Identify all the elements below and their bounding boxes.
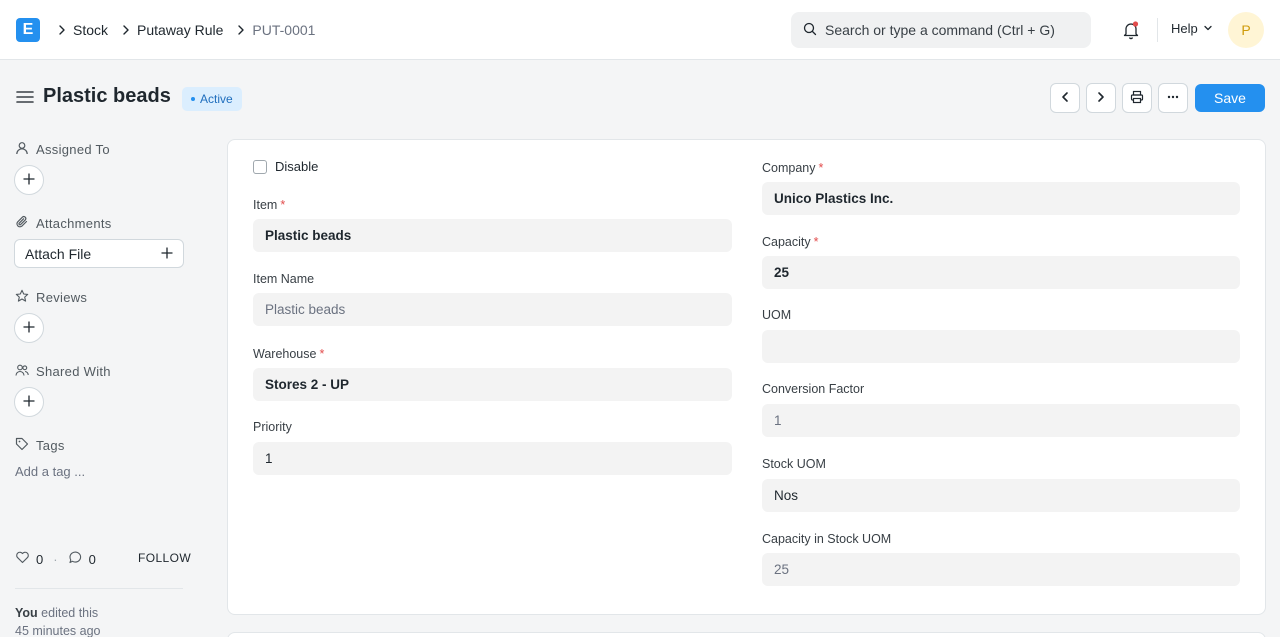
reviews-label: Reviews (36, 290, 88, 305)
next-section-card (227, 632, 1266, 637)
chevron-right-icon (54, 22, 70, 38)
chevron-right-icon (233, 22, 249, 38)
plus-icon (23, 320, 35, 336)
follow-button[interactable]: FOLLOW (138, 551, 191, 565)
breadcrumb-stock[interactable]: Stock (73, 22, 108, 38)
item-name-field: Plastic beads (253, 293, 732, 326)
item-label: Item * (253, 198, 286, 212)
status-label: Active (200, 92, 233, 106)
search-bar[interactable] (791, 12, 1091, 48)
attachments-label: Attachments (36, 216, 112, 231)
assigned-to-section: Assigned To (15, 141, 110, 158)
heart-icon[interactable] (15, 550, 30, 568)
stats-separator: · (53, 551, 58, 567)
tag-icon (15, 437, 29, 454)
disable-checkbox[interactable] (253, 159, 267, 174)
status-dot (191, 97, 195, 101)
navbar: E Stock Putaway Rule PUT-0001 Help (0, 0, 1280, 60)
paperclip-icon (15, 215, 29, 232)
search-icon (803, 22, 817, 39)
breadcrumb: Stock Putaway Rule PUT-0001 (54, 20, 325, 40)
plus-icon (23, 172, 35, 188)
conversion-factor-label: Conversion Factor (762, 382, 865, 396)
breadcrumb-current: PUT-0001 (252, 22, 316, 38)
add-review-button[interactable] (14, 313, 44, 343)
add-assignee-button[interactable] (14, 165, 44, 195)
chevron-down-icon (1203, 21, 1213, 36)
like-count: 0 (36, 551, 44, 567)
capacity-field[interactable]: 25 (762, 256, 1240, 289)
attach-file-label: Attach File (25, 245, 92, 262)
item-name-label: Item Name (253, 272, 315, 286)
add-share-button[interactable] (14, 387, 44, 417)
notification-bell-icon[interactable] (1120, 19, 1142, 41)
disable-label: Disable (275, 159, 319, 174)
sidebar-toggle-icon[interactable] (16, 89, 34, 105)
breadcrumb-putaway-rule[interactable]: Putaway Rule (137, 22, 223, 38)
uom-label: UOM (762, 308, 792, 322)
attachments-section: Attachments (15, 215, 112, 232)
previous-record-button[interactable] (1050, 83, 1080, 113)
users-icon (15, 363, 29, 380)
stock-uom-label: Stock UOM (762, 457, 826, 471)
save-button[interactable]: Save (1195, 84, 1265, 112)
company-label: Company * (762, 161, 824, 175)
like-comment-stats: 0 · 0 (15, 550, 96, 568)
next-record-button[interactable] (1086, 83, 1116, 113)
ellipsis-icon (1166, 90, 1180, 107)
capacity-in-stock-uom-field: 25 (762, 553, 1240, 586)
help-label: Help (1171, 21, 1198, 36)
shared-with-section: Shared With (15, 363, 111, 380)
comment-icon[interactable] (68, 550, 83, 568)
comment-count: 0 (88, 551, 96, 567)
tags-label: Tags (36, 438, 65, 453)
status-badge: Active (182, 87, 242, 111)
chevron-right-icon (118, 22, 134, 38)
attach-file-button[interactable]: Attach File (14, 239, 184, 268)
user-icon (15, 141, 29, 158)
activity-time: 45 minutes ago (15, 624, 101, 637)
print-button[interactable] (1122, 83, 1152, 113)
star-icon (15, 289, 29, 306)
capacity-label: Capacity * (762, 235, 819, 249)
printer-icon (1130, 90, 1144, 107)
help-dropdown[interactable]: Help (1171, 21, 1213, 36)
warehouse-label: Warehouse * (253, 347, 325, 361)
page-title: Plastic beads (43, 85, 171, 107)
company-field[interactable]: Unico Plastics Inc. (762, 182, 1240, 215)
app-logo[interactable]: E (16, 18, 40, 42)
uom-field[interactable] (762, 330, 1240, 363)
shared-with-label: Shared With (36, 364, 111, 379)
conversion-factor-field: 1 (762, 404, 1240, 437)
priority-label: Priority (253, 420, 292, 434)
navbar-divider (1157, 18, 1158, 42)
priority-field[interactable]: 1 (253, 442, 732, 475)
stock-uom-field: Nos (762, 479, 1240, 512)
more-actions-button[interactable] (1158, 83, 1188, 113)
assigned-to-label: Assigned To (36, 142, 110, 157)
reviews-section: Reviews (15, 289, 87, 306)
activity-user[interactable]: You (15, 606, 38, 620)
tags-section: Tags (15, 437, 65, 454)
chevron-left-icon (1059, 91, 1071, 106)
plus-icon (23, 394, 35, 410)
add-tag-link[interactable]: Add a tag ... (15, 464, 85, 479)
activity-log: You edited this 45 minutes ago (15, 604, 100, 637)
capacity-in-stock-uom-label: Capacity in Stock UOM (762, 532, 892, 546)
warehouse-field[interactable]: Stores 2 - UP (253, 368, 732, 401)
user-avatar[interactable]: P (1228, 12, 1264, 48)
search-input[interactable] (825, 22, 1075, 38)
plus-icon (161, 246, 173, 262)
activity-text: edited this (37, 606, 99, 620)
sidebar-divider (15, 588, 183, 589)
chevron-right-icon (1095, 91, 1107, 106)
disable-checkbox-row[interactable]: Disable (253, 159, 318, 174)
item-field[interactable]: Plastic beads (253, 219, 732, 252)
